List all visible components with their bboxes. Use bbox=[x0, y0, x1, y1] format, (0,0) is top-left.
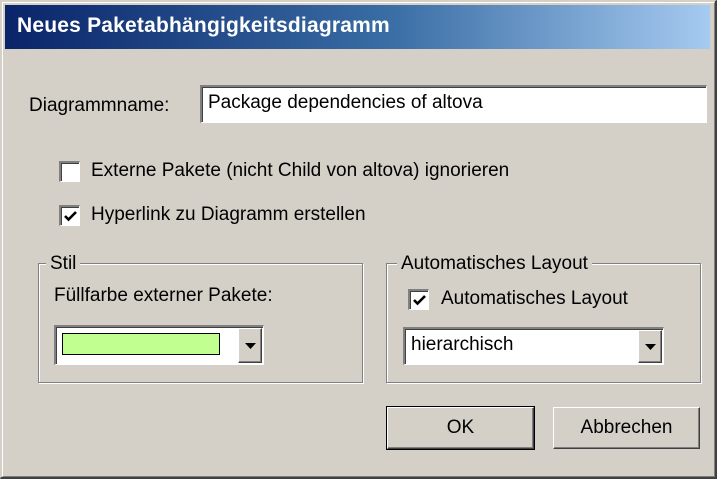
ignore-external-packages-checkbox[interactable] bbox=[59, 161, 80, 182]
ignore-external-packages-label[interactable]: Externe Pakete (nicht Child von altova) … bbox=[91, 160, 509, 182]
fill-color-label: Füllfarbe externer Pakete: bbox=[54, 285, 273, 306]
dialog-frame bbox=[2, 2, 715, 477]
diagram-name-value: Package dependencies of altova bbox=[208, 92, 483, 113]
chevron-down-icon bbox=[245, 342, 256, 349]
new-package-dependency-dialog: Neues Paketabhängigkeitsdiagramm Diagram… bbox=[0, 0, 717, 479]
cancel-button[interactable]: Abbrechen bbox=[553, 407, 700, 449]
layout-type-dropdown-button[interactable] bbox=[638, 330, 662, 363]
auto-layout-checkbox[interactable] bbox=[408, 289, 429, 310]
cancel-button-label: Abbrechen bbox=[580, 417, 673, 438]
ok-button[interactable]: OK bbox=[386, 406, 535, 450]
style-group bbox=[38, 263, 363, 383]
layout-type-dropdown[interactable]: hierarchisch bbox=[403, 327, 664, 365]
checkmark-icon bbox=[413, 295, 426, 306]
layout-type-value: hierarchisch bbox=[411, 334, 514, 355]
fill-color-dropdown[interactable] bbox=[54, 325, 264, 365]
title-bar[interactable]: Neues Paketabhängigkeitsdiagramm bbox=[5, 5, 710, 49]
dialog-title: Neues Paketabhängigkeitsdiagramm bbox=[17, 14, 390, 37]
create-hyperlink-checkbox[interactable] bbox=[59, 205, 80, 226]
fill-color-dropdown-button[interactable] bbox=[238, 328, 262, 363]
fill-color-swatch bbox=[62, 333, 220, 355]
auto-layout-checkbox-label[interactable]: Automatisches Layout bbox=[441, 288, 628, 310]
auto-layout-group bbox=[386, 263, 701, 383]
create-hyperlink-label[interactable]: Hyperlink zu Diagramm erstellen bbox=[91, 204, 366, 226]
ok-button-label: OK bbox=[446, 417, 475, 438]
diagram-name-label: Diagrammname: bbox=[29, 95, 170, 116]
chevron-down-icon bbox=[645, 343, 656, 350]
diagram-name-input[interactable]: Package dependencies of altova bbox=[200, 85, 707, 123]
checkmark-icon bbox=[64, 211, 77, 222]
style-group-title: Stil bbox=[46, 253, 81, 275]
auto-layout-group-title: Automatisches Layout bbox=[397, 253, 592, 275]
